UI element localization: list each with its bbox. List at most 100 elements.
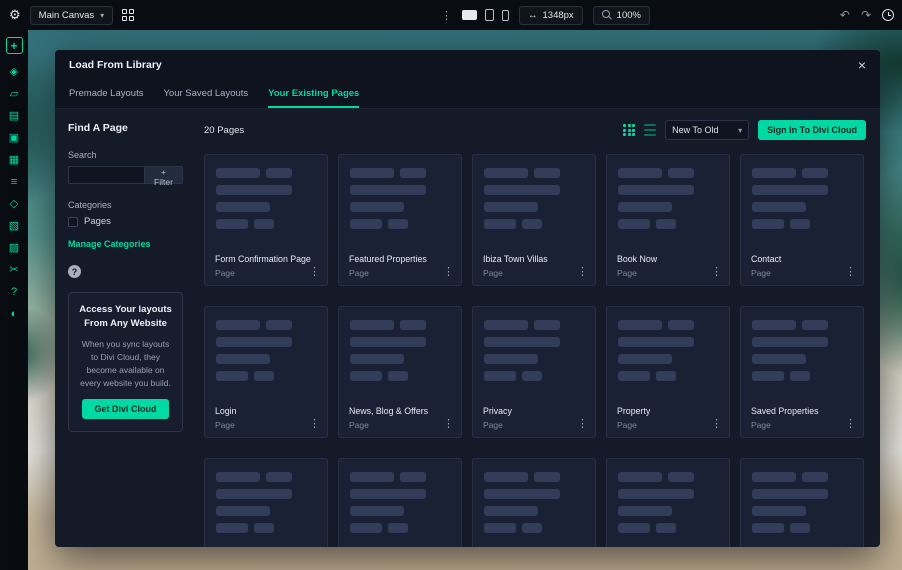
page-card[interactable]: Featured Properties Page ⋮ bbox=[338, 154, 462, 286]
tablet-view-icon[interactable] bbox=[485, 9, 494, 21]
card-menu-icon[interactable]: ⋮ bbox=[711, 265, 722, 278]
skeleton-bar bbox=[802, 168, 828, 178]
canvas-width-control[interactable]: ↔ 1348px bbox=[519, 5, 583, 25]
page-card[interactable]: Saved Properties Page ⋮ bbox=[740, 306, 864, 438]
skeleton-row bbox=[350, 472, 450, 482]
card-menu-icon[interactable]: ⋮ bbox=[577, 265, 588, 278]
card-menu-icon[interactable]: ⋮ bbox=[443, 265, 454, 278]
skeleton-row bbox=[216, 354, 316, 364]
pages-icon[interactable]: ▱ bbox=[6, 85, 23, 102]
skeleton-bar bbox=[752, 354, 806, 364]
skeleton-bar bbox=[388, 371, 408, 381]
layers-icon[interactable]: ◈ bbox=[6, 63, 23, 80]
page-thumbnail-skeleton bbox=[339, 459, 461, 533]
theme-toggle-icon[interactable]: ◐ bbox=[6, 305, 23, 322]
skeleton-bar bbox=[484, 219, 516, 229]
filter-button[interactable]: + Filter bbox=[144, 166, 183, 187]
tab-premade-layouts[interactable]: Premade Layouts bbox=[69, 80, 143, 108]
interaction-icon[interactable]: ◇ bbox=[6, 195, 23, 212]
page-thumbnail-skeleton bbox=[205, 459, 327, 533]
card-menu-icon[interactable]: ⋮ bbox=[845, 265, 856, 278]
page-card[interactable]: Form Confirmation Page Page ⋮ bbox=[204, 154, 328, 286]
redo-icon[interactable]: ↷ bbox=[861, 8, 871, 22]
add-module-icon[interactable]: + bbox=[5, 37, 23, 54]
skeleton-bar bbox=[484, 185, 560, 195]
page-card[interactable] bbox=[338, 458, 462, 547]
page-card[interactable]: Ibiza Town Villas Page ⋮ bbox=[472, 154, 596, 286]
page-thumbnail-skeleton bbox=[473, 155, 595, 229]
dot bbox=[623, 133, 627, 136]
skeleton-row bbox=[484, 219, 584, 229]
undo-icon[interactable]: ↶ bbox=[840, 8, 850, 22]
skeleton-row bbox=[350, 354, 450, 364]
page-card[interactable]: Login Page ⋮ bbox=[204, 306, 328, 438]
skeleton-bar bbox=[668, 320, 694, 330]
sort-select[interactable]: New To Old ▾ bbox=[665, 120, 750, 140]
settings-gear-icon[interactable]: ⚙ bbox=[9, 7, 21, 23]
page-card[interactable]: Book Now Page ⋮ bbox=[606, 154, 730, 286]
skeleton-bar bbox=[216, 371, 248, 381]
skeleton-bar bbox=[400, 472, 426, 482]
skeleton-bar bbox=[254, 371, 274, 381]
card-menu-icon[interactable]: ⋮ bbox=[711, 417, 722, 430]
page-card[interactable]: Privacy Page ⋮ bbox=[472, 306, 596, 438]
skeleton-bar bbox=[752, 506, 806, 516]
skeleton-bar bbox=[350, 523, 382, 533]
close-icon[interactable]: × bbox=[858, 58, 866, 72]
skeleton-row bbox=[216, 185, 316, 195]
skeleton-row bbox=[752, 320, 852, 330]
skeleton-row bbox=[216, 489, 316, 499]
canvas-selector-dropdown[interactable]: Main Canvas ▾ bbox=[29, 5, 114, 25]
grid-view-icon[interactable] bbox=[623, 124, 636, 136]
page-card[interactable] bbox=[606, 458, 730, 547]
manage-categories-link[interactable]: Manage Categories bbox=[68, 239, 183, 249]
card-footer: Saved Properties Page ⋮ bbox=[751, 406, 856, 430]
skeleton-bar bbox=[534, 168, 560, 178]
card-menu-icon[interactable]: ⋮ bbox=[309, 265, 320, 278]
skeleton-bar bbox=[618, 523, 650, 533]
help-question-icon[interactable]: ? bbox=[68, 265, 81, 278]
skeleton-bar bbox=[350, 168, 394, 178]
card-menu-icon[interactable]: ⋮ bbox=[443, 417, 454, 430]
pages-count: 20 Pages bbox=[204, 124, 245, 136]
skeleton-row bbox=[350, 489, 450, 499]
settings-list-icon[interactable]: ≡ bbox=[6, 173, 23, 190]
page-card[interactable]: News, Blog & Offers Page ⋮ bbox=[338, 306, 462, 438]
pages-checkbox[interactable] bbox=[68, 216, 78, 227]
category-pages-row[interactable]: Pages bbox=[68, 216, 183, 227]
page-card[interactable] bbox=[204, 458, 328, 547]
duplicate-icon[interactable]: ▨ bbox=[6, 239, 23, 256]
skeleton-row bbox=[618, 202, 718, 212]
zoom-control[interactable]: 100% bbox=[592, 5, 650, 25]
card-menu-icon[interactable]: ⋮ bbox=[309, 417, 320, 430]
grid-view-icon[interactable]: ▦ bbox=[6, 151, 23, 168]
dot bbox=[623, 128, 627, 132]
desktop-view-icon[interactable] bbox=[462, 10, 477, 20]
wireframe-icon[interactable]: ▣ bbox=[6, 129, 23, 146]
search-input[interactable] bbox=[68, 166, 144, 184]
dot bbox=[632, 124, 636, 127]
divi-cloud-promo-box: Access Your layouts From Any Website Whe… bbox=[68, 292, 183, 433]
phone-view-icon[interactable] bbox=[502, 9, 509, 21]
help-icon[interactable]: ? bbox=[6, 283, 23, 300]
database-icon[interactable]: ▤ bbox=[6, 107, 23, 124]
page-card[interactable] bbox=[740, 458, 864, 547]
tab-your-existing-pages[interactable]: Your Existing Pages bbox=[268, 80, 360, 108]
card-menu-icon[interactable]: ⋮ bbox=[577, 417, 588, 430]
card-menu-icon[interactable]: ⋮ bbox=[845, 417, 856, 430]
more-options-icon[interactable]: ⋮ bbox=[441, 9, 452, 22]
sign-in-divi-cloud-button[interactable]: Sign In To Divi Cloud bbox=[758, 120, 866, 140]
skeleton-row bbox=[484, 489, 584, 499]
page-card[interactable]: Property Page ⋮ bbox=[606, 306, 730, 438]
skeleton-bar bbox=[752, 185, 828, 195]
list-view-icon[interactable] bbox=[644, 123, 657, 137]
page-card[interactable]: Contact Page ⋮ bbox=[740, 154, 864, 286]
get-divi-cloud-button[interactable]: Get Divi Cloud bbox=[82, 399, 169, 420]
skeleton-row bbox=[752, 489, 852, 499]
tab-your-saved-layouts[interactable]: Your Saved Layouts bbox=[163, 80, 248, 108]
clipboard-icon[interactable]: ▧ bbox=[6, 217, 23, 234]
history-clock-icon[interactable] bbox=[882, 9, 894, 21]
layout-grid-icon[interactable] bbox=[122, 9, 135, 21]
tools-icon[interactable]: ✂ bbox=[6, 261, 23, 278]
page-card[interactable] bbox=[472, 458, 596, 547]
